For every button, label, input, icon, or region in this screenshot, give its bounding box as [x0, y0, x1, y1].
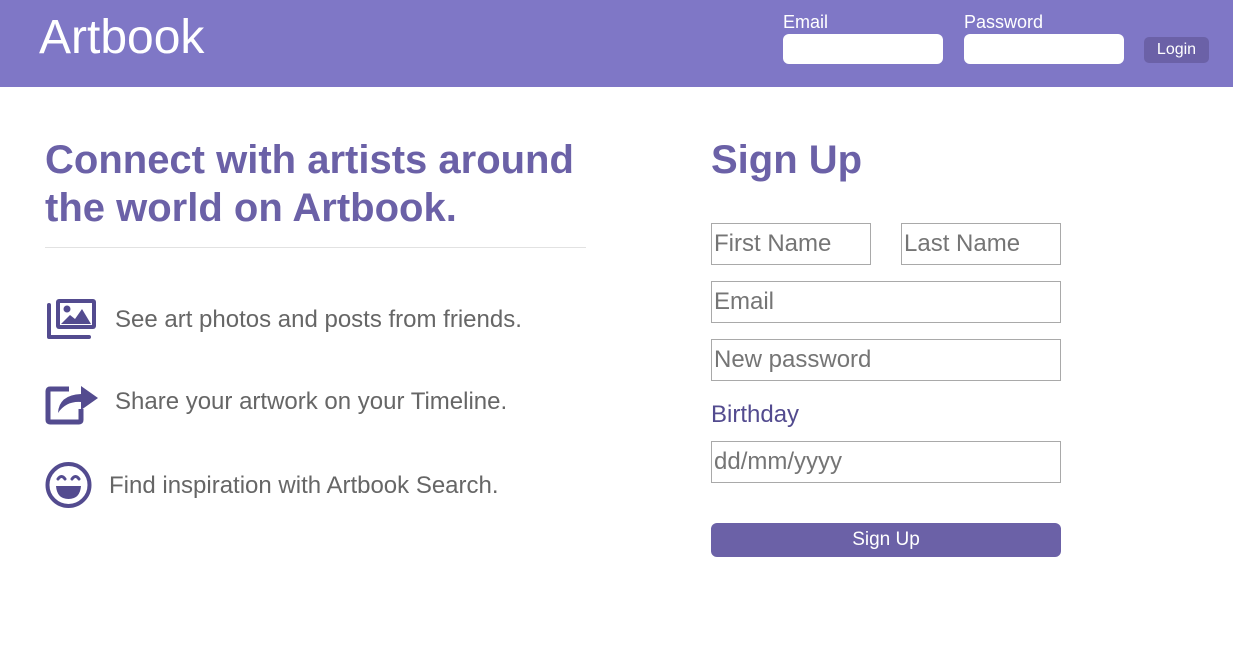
feature-text-search: Find inspiration with Artbook Search. [109, 472, 499, 499]
login-email-label: Email [783, 12, 829, 32]
login-password-input[interactable] [964, 34, 1124, 64]
login-button[interactable]: Login [1144, 37, 1209, 63]
signup-title: Sign Up [711, 138, 863, 182]
birthday-input[interactable] [711, 441, 1061, 483]
last-name-input[interactable] [901, 223, 1061, 265]
first-name-input[interactable] [711, 223, 871, 265]
new-password-input[interactable] [711, 339, 1061, 381]
login-email-input[interactable] [783, 34, 943, 64]
share-icon [45, 375, 99, 430]
feature-text-photos: See art photos and posts from friends. [115, 306, 522, 333]
feature-item-share: Share your artwork on your Timeline. [45, 377, 507, 427]
photos-icon [45, 295, 99, 346]
signup-button[interactable]: Sign Up [711, 523, 1061, 557]
birthday-label: Birthday [711, 401, 800, 428]
signup-email-input[interactable] [711, 281, 1061, 323]
laughing-face-icon [45, 459, 93, 514]
login-password-group: Password [964, 12, 1124, 64]
feature-item-photos: See art photos and posts from friends. [45, 295, 522, 345]
feature-item-search: Find inspiration with Artbook Search. [45, 461, 499, 511]
logo[interactable]: Artbook [39, 11, 204, 65]
intro-headline: Connect with artists around the world on… [45, 138, 574, 230]
top-header: Artbook Email Password Login [0, 0, 1233, 87]
login-password-label: Password [964, 12, 1044, 32]
intro-divider [45, 247, 586, 248]
feature-text-share: Share your artwork on your Timeline. [115, 388, 508, 415]
login-email-group: Email [783, 12, 943, 64]
